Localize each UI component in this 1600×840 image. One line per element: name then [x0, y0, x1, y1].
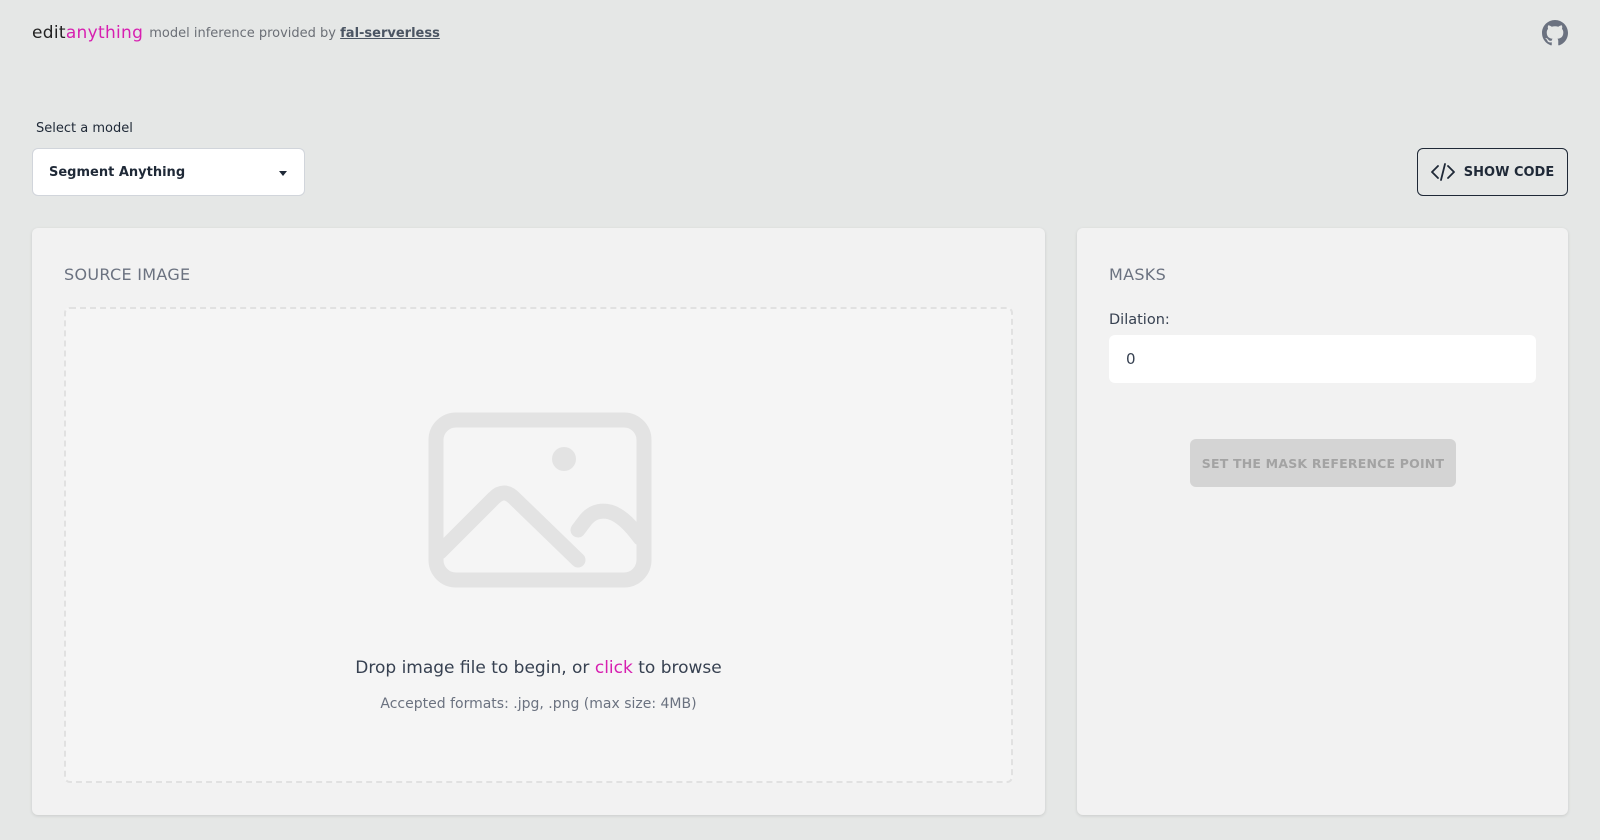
- image-placeholder-icon: [428, 412, 652, 588]
- tagline: model inference provided by fal-serverle…: [149, 26, 440, 41]
- model-select[interactable]: Segment Anything: [32, 148, 305, 196]
- drop-text-before: Drop image file to begin, or: [355, 658, 590, 678]
- show-code-button[interactable]: SHOW CODE: [1417, 148, 1568, 196]
- masks-panel: MASKS Dilation: SET THE MASK REFERENCE P…: [1077, 228, 1568, 815]
- tagline-text: model inference provided by: [149, 25, 336, 41]
- dilation-label: Dilation:: [1109, 312, 1170, 328]
- set-mask-reference-point-button[interactable]: SET THE MASK REFERENCE POINT: [1190, 439, 1456, 487]
- brand-logo: editanything: [32, 23, 143, 43]
- brand-accent: anything: [65, 23, 144, 43]
- model-select-label: Select a model: [36, 121, 133, 136]
- image-dropzone[interactable]: Drop image file to begin, or click to br…: [64, 307, 1013, 783]
- model-select-value: Segment Anything: [49, 164, 186, 180]
- dropzone-instructions: Drop image file to begin, or click to br…: [66, 658, 1011, 678]
- github-icon[interactable]: [1542, 20, 1568, 46]
- brand-prefix: edit: [32, 23, 66, 43]
- masks-title: MASKS: [1109, 265, 1167, 284]
- browse-link[interactable]: click: [595, 658, 633, 678]
- accepted-formats: Accepted formats: .jpg, .png (max size: …: [380, 696, 697, 712]
- dilation-input[interactable]: [1109, 335, 1536, 383]
- code-icon: [1430, 163, 1455, 181]
- source-image-panel: SOURCE IMAGE Drop image file to begin, o…: [32, 228, 1045, 815]
- show-code-label: SHOW CODE: [1463, 164, 1555, 180]
- provider-link[interactable]: fal-serverless: [340, 26, 440, 41]
- drop-text-after: to browse: [638, 658, 722, 678]
- caret-down-icon: [279, 171, 287, 176]
- source-image-title: SOURCE IMAGE: [64, 265, 191, 284]
- header: editanything model inference provided by…: [32, 20, 1568, 46]
